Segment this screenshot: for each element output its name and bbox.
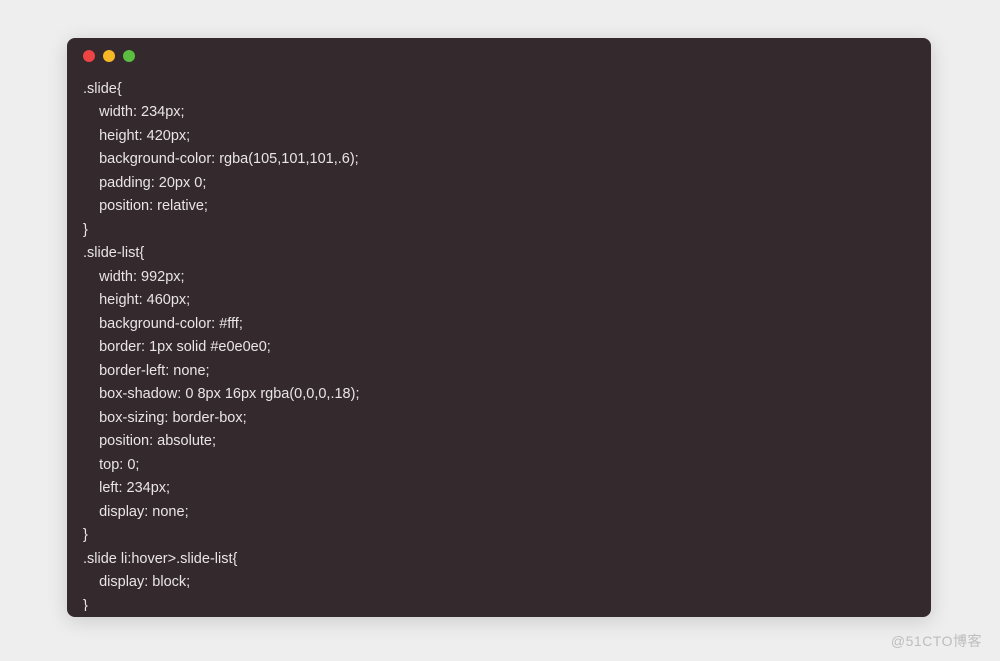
watermark: @51CTO博客 — [891, 631, 982, 651]
close-icon[interactable] — [83, 50, 95, 62]
code-window: .slide{ width: 234px; height: 420px; bac… — [67, 38, 931, 617]
minimize-icon[interactable] — [103, 50, 115, 62]
code-scroll-area[interactable]: .slide{ width: 234px; height: 420px; bac… — [73, 74, 925, 611]
content-wrap: .slide{ width: 234px; height: 420px; bac… — [67, 74, 931, 617]
titlebar — [67, 38, 931, 74]
zoom-icon[interactable] — [123, 50, 135, 62]
code-block: .slide{ width: 234px; height: 420px; bac… — [73, 74, 925, 611]
